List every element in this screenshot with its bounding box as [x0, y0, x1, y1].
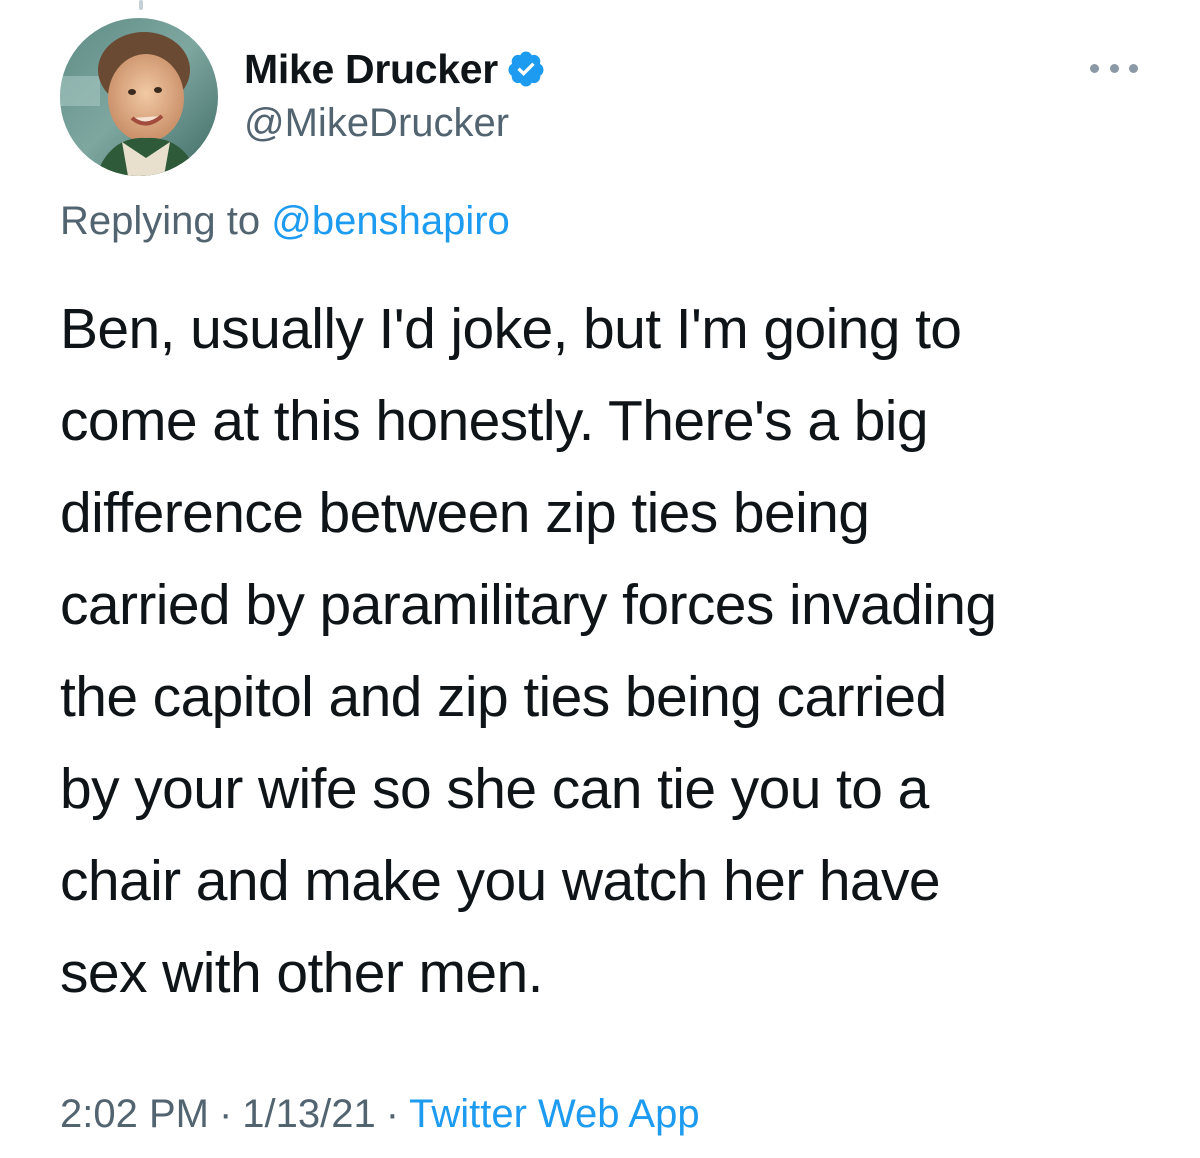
tweet-text-line: sex with other men. — [60, 941, 543, 1005]
tweet-date[interactable]: 1/13/21 — [242, 1092, 375, 1136]
reply-prefix: Replying to — [60, 199, 261, 243]
meta-separator: · — [385, 1092, 400, 1136]
avatar[interactable] — [60, 18, 218, 176]
reply-handle-link[interactable]: @benshapiro — [271, 199, 510, 243]
more-options-icon[interactable] — [1090, 58, 1138, 78]
tweet-time[interactable]: 2:02 PM — [60, 1092, 209, 1136]
thread-connector-line — [139, 0, 143, 10]
tweet-text-line: Ben, usually I'd joke, but I'm going to — [60, 297, 962, 361]
tweet-card: Mike Drucker @MikeDrucker Replying to @b… — [0, 0, 1200, 1158]
author-name[interactable]: Mike Drucker — [244, 46, 498, 93]
tweet-meta: 2:02 PM · 1/13/21 · Twitter Web App — [60, 1092, 700, 1137]
verified-badge-icon — [506, 49, 546, 89]
tweet-text: Ben, usually I'd joke, but I'm going to … — [60, 283, 1160, 1019]
tweet-text-line: difference between zip ties being — [60, 481, 870, 545]
reply-context: Replying to @benshapiro — [60, 199, 510, 244]
author-name-row[interactable]: Mike Drucker — [244, 44, 546, 94]
more-dot — [1109, 63, 1119, 73]
tweet-text-line: by your wife so she can tie you to a — [60, 757, 929, 821]
tweet-text-line: the capitol and zip ties being carried — [60, 665, 947, 729]
more-dot — [1090, 63, 1099, 73]
tweet-text-line: come at this honestly. There's a big — [60, 389, 929, 453]
author-handle[interactable]: @MikeDrucker — [244, 101, 509, 146]
tweet-source-link[interactable]: Twitter Web App — [409, 1092, 700, 1136]
tweet-text-line: carried by paramilitary forces invading — [60, 573, 997, 637]
tweet-text-line: chair and make you watch her have — [60, 849, 941, 913]
more-dot — [1129, 63, 1138, 73]
avatar-photo — [60, 18, 218, 176]
meta-separator: · — [218, 1092, 233, 1136]
